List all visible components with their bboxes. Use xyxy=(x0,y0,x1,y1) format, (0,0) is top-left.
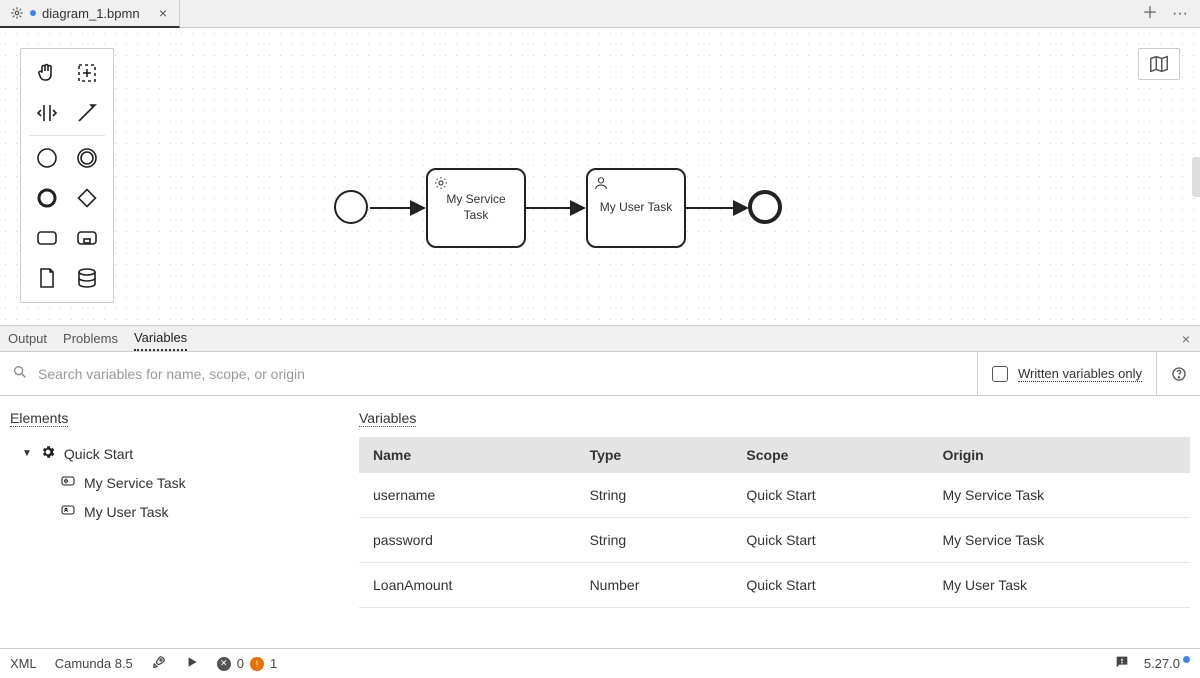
close-panel-icon[interactable]: × xyxy=(1182,331,1190,347)
variables-heading: Variables xyxy=(359,410,416,427)
written-only-toggle[interactable]: Written variables only xyxy=(977,352,1156,395)
variables-panel-body: Elements ▼ Quick Start My Service Task M… xyxy=(0,396,1200,648)
error-count: 0 xyxy=(237,656,244,671)
bpmn-diagram: My Service Task My User Task xyxy=(0,28,1200,325)
cell-scope: Quick Start xyxy=(732,563,928,608)
tab-output[interactable]: Output xyxy=(8,327,47,350)
diagram-canvas[interactable]: My Service Task My User Task xyxy=(0,28,1200,326)
warning-badge-icon: ! xyxy=(250,657,264,671)
cell-origin: My Service Task xyxy=(929,518,1191,563)
cell-scope: Quick Start xyxy=(732,518,928,563)
tree-child-node[interactable]: My Service Task xyxy=(10,468,345,497)
deploy-button[interactable] xyxy=(151,654,167,673)
cell-origin: My Service Task xyxy=(929,473,1191,518)
tree-child-label: My User Task xyxy=(84,504,169,520)
col-name[interactable]: Name xyxy=(359,437,576,473)
update-dot-icon xyxy=(1183,656,1190,663)
variables-table-pane: Variables Name Type Scope Origin usernam… xyxy=(355,396,1200,648)
elements-heading: Elements xyxy=(10,410,68,427)
cell-type: String xyxy=(576,518,733,563)
cell-name: LoanAmount xyxy=(359,563,576,608)
cell-name: username xyxy=(359,473,576,518)
col-scope[interactable]: Scope xyxy=(732,437,928,473)
warning-count: 1 xyxy=(270,656,277,671)
close-icon[interactable]: × xyxy=(157,6,169,20)
cell-origin: My User Task xyxy=(929,563,1191,608)
table-row[interactable]: LoanAmount Number Quick Start My User Ta… xyxy=(359,563,1190,608)
tree-child-node[interactable]: My User Task xyxy=(10,497,345,526)
variables-toolbar: Written variables only xyxy=(0,352,1200,396)
user-task-node[interactable]: My User Task xyxy=(586,168,686,248)
problem-counts[interactable]: ✕ 0 ! 1 xyxy=(217,656,277,671)
help-button[interactable] xyxy=(1156,352,1200,395)
elements-tree: Elements ▼ Quick Start My Service Task M… xyxy=(0,396,355,648)
tab-variables[interactable]: Variables xyxy=(134,326,187,351)
search-icon xyxy=(12,364,28,383)
bottom-panel-tabs: Output Problems Variables × xyxy=(0,326,1200,352)
engine-selector[interactable]: Camunda 8.5 xyxy=(55,656,133,671)
status-bar: XML Camunda 8.5 ✕ 0 ! 1 5.27.0 xyxy=(0,648,1200,678)
run-button[interactable] xyxy=(185,655,199,672)
service-task-label: My Service Task xyxy=(434,192,518,223)
col-origin[interactable]: Origin xyxy=(929,437,1191,473)
tab-problems[interactable]: Problems xyxy=(63,327,118,350)
version-label[interactable]: 5.27.0 xyxy=(1144,656,1190,671)
new-tab-button[interactable]: ＋ xyxy=(1142,6,1158,22)
user-task-label: My User Task xyxy=(600,200,672,216)
written-only-label: Written variables only xyxy=(1018,366,1142,382)
feedback-button[interactable] xyxy=(1114,654,1130,673)
cell-name: password xyxy=(359,518,576,563)
error-badge-icon: ✕ xyxy=(217,657,231,671)
table-row[interactable]: password String Quick Start My Service T… xyxy=(359,518,1190,563)
checkbox-icon xyxy=(992,366,1008,382)
tree-root-label: Quick Start xyxy=(64,446,133,462)
dirty-indicator-icon xyxy=(30,10,36,16)
variables-table: Name Type Scope Origin username String Q… xyxy=(359,437,1190,608)
cell-type: String xyxy=(576,473,733,518)
tab-menu-button[interactable]: ··· xyxy=(1172,6,1188,22)
cell-scope: Quick Start xyxy=(732,473,928,518)
file-tab-title: diagram_1.bpmn xyxy=(42,6,140,21)
file-tab[interactable]: diagram_1.bpmn × xyxy=(0,0,180,28)
service-task-node[interactable]: My Service Task xyxy=(426,168,526,248)
user-icon xyxy=(593,175,609,191)
user-task-icon xyxy=(60,502,76,521)
search-input[interactable] xyxy=(38,366,965,382)
cell-type: Number xyxy=(576,563,733,608)
tree-child-label: My Service Task xyxy=(84,475,186,491)
bpmn-file-icon xyxy=(10,6,24,20)
end-event-node[interactable] xyxy=(748,190,782,224)
xml-toggle[interactable]: XML xyxy=(10,656,37,671)
service-task-icon xyxy=(60,473,76,492)
table-row[interactable]: username String Quick Start My Service T… xyxy=(359,473,1190,518)
start-event-node[interactable] xyxy=(334,190,368,224)
chevron-down-icon: ▼ xyxy=(22,448,32,459)
tab-bar: diagram_1.bpmn × ＋ ··· xyxy=(0,0,1200,28)
version-text: 5.27.0 xyxy=(1144,656,1180,671)
gear-icon xyxy=(433,175,449,191)
col-type[interactable]: Type xyxy=(576,437,733,473)
gear-icon xyxy=(40,444,56,463)
tree-root-node[interactable]: ▼ Quick Start xyxy=(10,439,345,468)
